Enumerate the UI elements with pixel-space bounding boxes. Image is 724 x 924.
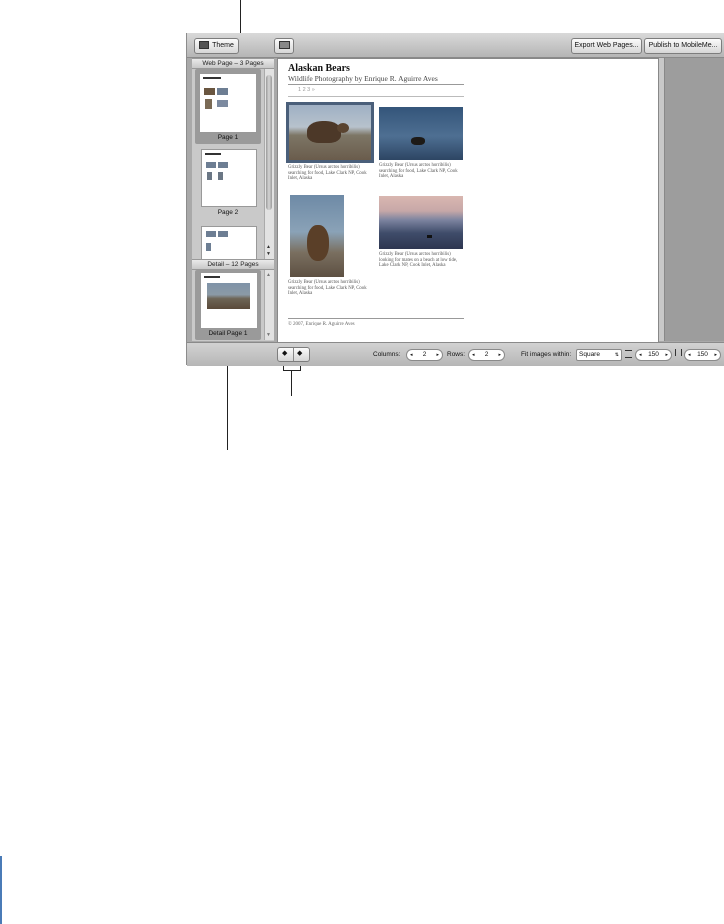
page-1-label: Page 1 (217, 134, 239, 141)
thumb-photo (218, 231, 228, 237)
scroll-down-arrow-icon[interactable]: ▼ (266, 251, 271, 257)
footer-rule (288, 318, 464, 319)
decrement-arrow-icon[interactable]: ◂ (639, 350, 642, 360)
decrement-arrow-icon[interactable]: ◂ (688, 350, 691, 360)
thumb-photo (204, 88, 215, 95)
detail-section-header: Detail – 12 Pages (192, 259, 274, 270)
right-pane (659, 58, 724, 341)
detail-scrollbar[interactable]: ▲ ▼ (264, 270, 274, 340)
columns-stepper[interactable]: ◂ 2 ▸ (406, 349, 443, 361)
webpage-view-button[interactable] (274, 38, 294, 54)
previous-page-arrow-icon[interactable]: ◆ (282, 349, 287, 357)
page-title: Alaskan Bears (288, 63, 350, 74)
callout-line-arrows (291, 370, 292, 396)
title-rule (288, 84, 464, 85)
page-margin-mark (0, 856, 2, 924)
page-2-label: Page 2 (217, 209, 239, 216)
thumb-line (203, 77, 221, 79)
pages-scrollbar[interactable]: ▲ ▼ (264, 69, 274, 259)
thumb-photo (218, 162, 228, 168)
thumb-photo (218, 172, 223, 180)
thumb-line (204, 276, 220, 278)
page-1-thumbnail[interactable] (199, 73, 257, 133)
rows-stepper[interactable]: ◂ 2 ▸ (468, 349, 505, 361)
bear-shape (427, 235, 432, 238)
photo-1-caption: Grizzly Bear (Ursus arctos horribilis) s… (288, 165, 367, 181)
photo-4-caption: Grizzly Bear (Ursus arctos horribilis) l… (379, 252, 458, 268)
detail-page-1-label: Detail Page 1 (208, 330, 248, 337)
bear-head (337, 123, 349, 133)
page-subtitle: Wildlife Photography by Enrique R. Aguir… (288, 74, 438, 83)
next-page-arrow-icon[interactable]: ◆ (297, 349, 302, 357)
sidebar: Web Page – 3 Pages Page 1 Page 2 ▲ ▼ Det… (192, 58, 274, 341)
thumb-photo (205, 99, 212, 109)
scroll-up-arrow-icon[interactable]: ▲ (266, 272, 271, 278)
bear-shape (307, 121, 341, 143)
thumb-photo (206, 162, 216, 168)
thumb-photo (217, 88, 228, 95)
page-arrow-buttons: ◆ ◆ (277, 347, 310, 362)
bear-photo-3[interactable] (290, 195, 344, 277)
button-divider (293, 348, 294, 361)
width-stepper[interactable]: ◂ 150 ▸ (635, 349, 672, 361)
pages-scroll-knob[interactable] (266, 75, 272, 210)
webpage-icon (278, 41, 290, 50)
photo-3-caption: Grizzly Bear (Ursus arctos horribilis) s… (288, 280, 367, 296)
fit-images-select[interactable]: Square ⇅ (576, 349, 622, 361)
increment-arrow-icon[interactable]: ▸ (498, 350, 501, 360)
chevron-down-icon: ⇅ (614, 352, 619, 358)
export-web-pages-button[interactable]: Export Web Pages... (571, 38, 642, 54)
callout-line-detail (227, 352, 228, 450)
scroll-up-arrow-icon[interactable]: ▲ (266, 244, 271, 250)
bear-shape (411, 137, 425, 145)
webpage-section-header: Web Page – 3 Pages (192, 58, 274, 69)
page-2-thumbnail[interactable] (201, 149, 257, 207)
photo-2-caption: Grizzly Bear (Ursus arctos horribilis) s… (379, 163, 458, 179)
publish-mobileme-button[interactable]: Publish to MobileMe... (644, 38, 722, 54)
nav-rule (288, 96, 464, 97)
bear-photo-2[interactable] (379, 107, 463, 160)
page-footer: © 2007, Enrique R. Aguirre Aves (288, 322, 355, 327)
thumb-photo (207, 283, 250, 309)
aperture-webpage-editor: Theme Export Web Pages... Publish to Mob… (186, 33, 724, 366)
scroll-down-arrow-icon[interactable]: ▼ (266, 332, 271, 338)
page-navigation[interactable]: 1 2 3 » (298, 87, 315, 93)
height-stepper[interactable]: ◂ 150 ▸ (684, 349, 721, 361)
width-icon (625, 350, 632, 358)
pane-divider-handle[interactable] (659, 58, 665, 341)
increment-arrow-icon[interactable]: ▸ (665, 350, 668, 360)
photo-1-image (289, 105, 371, 160)
decrement-arrow-icon[interactable]: ◂ (410, 350, 413, 360)
increment-arrow-icon[interactable]: ▸ (714, 350, 717, 360)
toolbar: Theme Export Web Pages... Publish to Mob… (187, 33, 724, 58)
page-3-thumbnail[interactable] (201, 226, 257, 260)
thumb-photo (217, 100, 228, 107)
theme-button[interactable]: Theme (194, 38, 239, 54)
theme-icon (199, 41, 210, 50)
bear-photo-4[interactable] (379, 196, 463, 249)
increment-arrow-icon[interactable]: ▸ (436, 350, 439, 360)
thumb-photo (206, 243, 211, 251)
decrement-arrow-icon[interactable]: ◂ (472, 350, 475, 360)
rows-label: Rows: (447, 351, 466, 358)
layout-controls-bar: ◆ ◆ Columns: ◂ 2 ▸ Rows: ◂ 2 ▸ Fit image… (187, 342, 724, 366)
thumb-photo (207, 172, 212, 180)
detail-page-1-thumbnail[interactable] (200, 272, 258, 329)
bear-shape (307, 225, 329, 261)
thumb-photo (206, 231, 216, 237)
callout-bracket (283, 370, 301, 371)
height-icon (675, 349, 682, 356)
webpage-canvas: Alaskan Bears Wildlife Photography by En… (277, 58, 659, 343)
bear-photo-1[interactable] (286, 102, 374, 163)
thumb-line (205, 153, 221, 155)
columns-label: Columns: (373, 351, 401, 358)
fit-images-label: Fit images within: (521, 351, 572, 358)
